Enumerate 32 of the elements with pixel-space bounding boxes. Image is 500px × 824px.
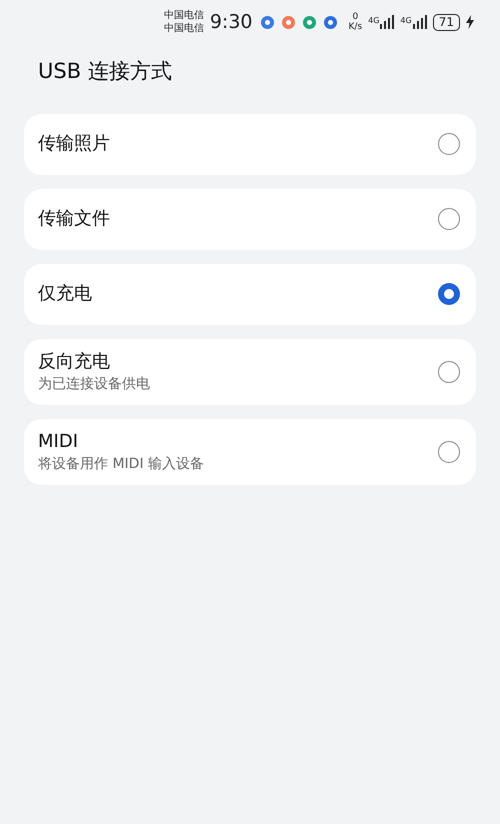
speed-value: 0 [352,12,358,22]
speed-unit: K/s [348,22,362,32]
option-card[interactable]: 仅充电 [24,264,476,324]
app-notification-icon [324,16,336,28]
option-card[interactable]: 反向充电 为已连接设备供电 [24,338,476,404]
option-label: 反向充电 [38,350,111,374]
signal-icon [380,15,394,29]
carrier-name: 中国电信 [164,9,204,22]
radio-button[interactable] [438,360,460,382]
radio-button[interactable] [438,133,460,155]
option-card[interactable]: 传输照片 [24,114,476,174]
option-description: 为已连接设备供电 [38,374,150,394]
option-label: 传输文件 [38,207,110,231]
option-label: MIDI [38,430,80,454]
carrier-name: 中国电信 [164,22,204,35]
app-notification-icon [260,16,274,28]
option-card[interactable]: 传输文件 [24,188,476,250]
network-type: 4G [400,15,412,27]
page-title: USB 连接方式 [37,58,173,85]
option-description: 将设备用作 MIDI 输入设备 [38,454,204,474]
battery-level: 71 [432,14,460,30]
app-notification-icon [282,16,294,28]
clock-time: 9:30 [210,10,252,35]
radio-button[interactable] [438,208,460,230]
app-notification-icon [302,16,316,28]
option-card[interactable]: MIDI 将设备用作 MIDI 输入设备 [24,418,476,484]
option-label: 仅充电 [38,282,92,306]
network-type: 4G [368,15,380,27]
radio-button[interactable] [438,440,460,462]
signal-icon [412,15,427,29]
radio-button[interactable] [438,283,460,305]
option-label: 传输照片 [38,132,110,156]
